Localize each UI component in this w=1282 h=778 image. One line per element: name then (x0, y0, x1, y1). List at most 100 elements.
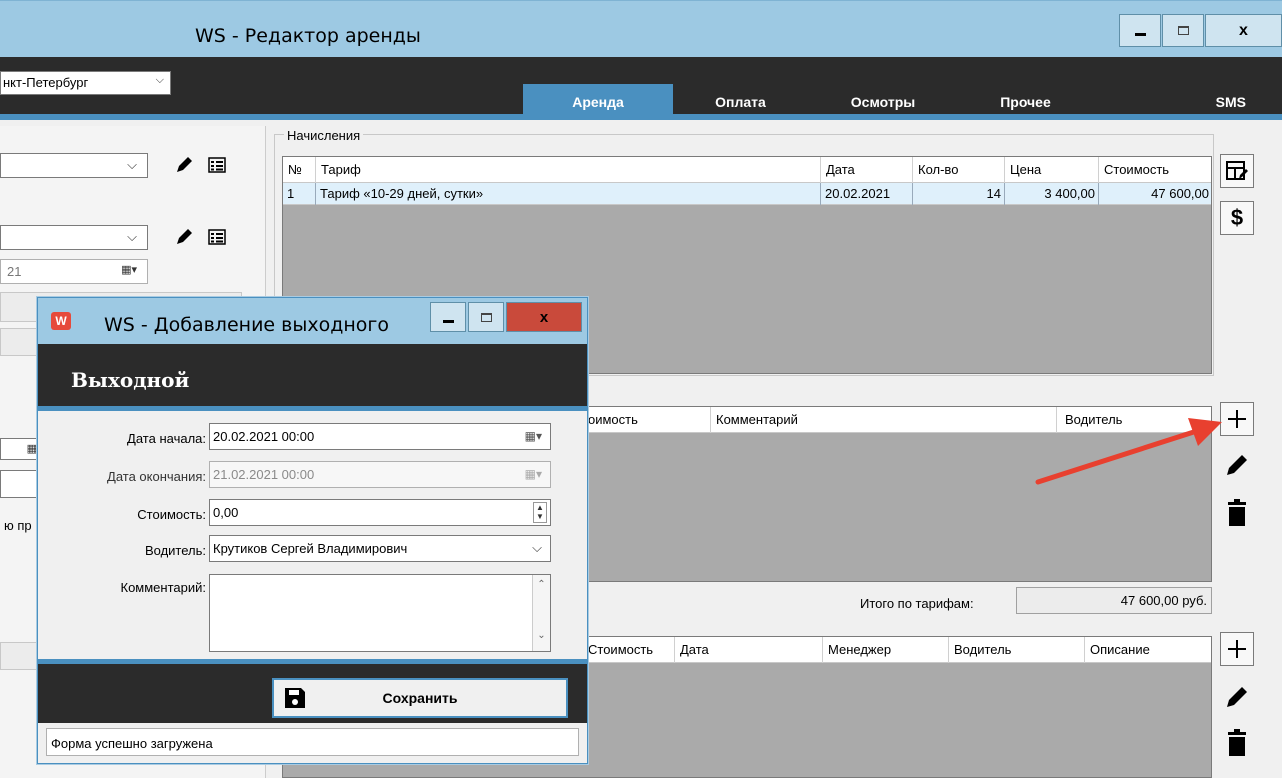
status-bar: Форма успешно загружена (46, 728, 579, 756)
left-combo-1[interactable]: ⌵ (0, 153, 148, 178)
tab-osmotry[interactable]: Осмотры (808, 84, 958, 120)
left-combo-2[interactable]: ⌵ (0, 225, 148, 250)
edit-extra-button[interactable] (1220, 680, 1254, 714)
floppy-disk-icon (285, 688, 305, 708)
pencil-icon (1227, 687, 1247, 707)
tab-oplata[interactable]: Оплата (673, 84, 808, 120)
app-logo-icon: W (51, 312, 71, 330)
left-gray-block-3 (0, 642, 40, 670)
minimize-button[interactable] (1119, 14, 1161, 47)
totals-value: 47 600,00 руб. (1016, 587, 1212, 614)
list-icon[interactable] (205, 225, 229, 249)
edit-icon[interactable] (172, 225, 196, 249)
comment-label: Комментарий: (120, 580, 207, 595)
dialog-close-button[interactable]: x (506, 302, 582, 332)
column-header[interactable]: Дата (675, 637, 823, 663)
plus-icon (1228, 640, 1246, 658)
dollar-button[interactable]: $ (1220, 201, 1254, 235)
red-arrow-annotation (1035, 418, 1222, 485)
close-button[interactable]: x (1205, 14, 1282, 47)
calendar-icon: ▦▾ (121, 264, 137, 276)
add-extra-button[interactable] (1220, 632, 1254, 666)
minimize-icon (1134, 33, 1146, 36)
cost-stepper[interactable]: 0,00 ▲ ▼ (209, 499, 551, 526)
tab-sms[interactable]: SMS (1093, 84, 1282, 120)
main-window-titlebar[interactable]: WS - Редактор аренды x (0, 0, 1282, 57)
totals-label: Итого по тарифам: (860, 596, 974, 611)
delete-extra-button[interactable] (1220, 726, 1254, 760)
city-select-value: нкт-Петербург (3, 75, 89, 90)
driver-select[interactable]: Крутиков Сергей Владимирович ⌵ (209, 535, 551, 562)
close-icon: x (539, 308, 549, 326)
cost-label: Стоимость: (137, 507, 206, 522)
table-edit-button[interactable] (1220, 154, 1254, 188)
dialog-footer: Сохранить (38, 659, 587, 723)
column-header[interactable]: Кол-во (913, 157, 1005, 183)
column-header[interactable]: Тариф (316, 157, 821, 183)
column-header[interactable]: № (283, 157, 316, 183)
cell-cost: 47 600,00 (1099, 183, 1211, 205)
chevron-down-icon: ⌵ (532, 540, 542, 555)
dollar-icon: $ (1230, 205, 1244, 230)
close-icon: x (1239, 21, 1248, 39)
main-window-title: WS - Редактор аренды (195, 25, 421, 47)
end-date-field[interactable]: 21.02.2021 00:00 ▦▾ (209, 461, 551, 488)
cell-qty: 14 (913, 183, 1005, 205)
column-header[interactable]: Комментарий (711, 407, 1057, 433)
column-header[interactable]: Стоимость (1099, 157, 1211, 183)
column-header[interactable]: Менеджер (823, 637, 949, 663)
chevron-down-icon: ⌵ (127, 229, 137, 244)
column-header[interactable]: Водитель (949, 637, 1085, 663)
dialog-heading: Выходной (71, 368, 190, 392)
comment-scrollbar[interactable]: ⌃ ⌄ (532, 575, 550, 651)
city-select[interactable]: нкт-Петербург ⌵ (0, 71, 171, 95)
dialog-minimize-button[interactable] (430, 302, 466, 332)
cell-num: 1 (283, 183, 316, 205)
main-header: нкт-Петербург ⌵ Аренда Оплата Осмотры Пр… (0, 57, 1282, 120)
list-icon[interactable] (205, 153, 229, 177)
edit-icon[interactable] (172, 153, 196, 177)
maximize-button[interactable] (1162, 14, 1204, 47)
left-date-field-2[interactable]: ▦ (0, 438, 40, 460)
tab-prochee[interactable]: Прочее (958, 84, 1093, 120)
trash-icon (1228, 499, 1246, 526)
left-gray-block-2 (0, 328, 40, 356)
end-date-label: Дата окончания: (107, 469, 206, 484)
start-date-field[interactable]: 20.02.2021 00:00 ▦▾ (209, 423, 551, 450)
left-text-fragment: ю пр (4, 518, 32, 533)
column-header[interactable]: оимость (583, 407, 711, 433)
scroll-down-icon[interactable]: ⌄ (533, 630, 550, 641)
dialog-title: WS - Добавление выходного (104, 314, 389, 336)
cell-tariff: Тариф «10-29 дней, сутки» (316, 183, 821, 205)
column-header[interactable]: Цена (1005, 157, 1099, 183)
spinner-arrows-icon[interactable]: ▲ ▼ (533, 502, 547, 523)
chevron-down-icon: ⌵ (155, 74, 164, 86)
cell-price: 3 400,00 (1005, 183, 1099, 205)
save-button[interactable]: Сохранить (272, 678, 568, 718)
left-field-3[interactable] (0, 470, 40, 498)
charges-legend: Начисления (284, 128, 364, 143)
tab-arenda[interactable]: Аренда (523, 84, 673, 120)
maximize-icon (1177, 26, 1189, 35)
dialog-titlebar[interactable]: W WS - Добавление выходного x (38, 298, 587, 344)
trash-icon (1228, 729, 1246, 756)
calendar-dropdown-icon: ▦▾ (524, 467, 542, 481)
comment-textarea[interactable]: ⌃ ⌄ (209, 574, 551, 652)
column-header[interactable]: Стоимость (583, 637, 675, 663)
calendar-dropdown-icon[interactable]: ▦▾ (525, 429, 542, 443)
scroll-up-icon[interactable]: ⌃ (533, 579, 550, 590)
driver-label: Водитель: (144, 543, 206, 558)
column-header[interactable]: Описание (1085, 637, 1211, 663)
dialog-header: Выходной (38, 344, 587, 411)
left-date-field[interactable]: 21 ▦▾ (0, 259, 148, 284)
delete-button[interactable] (1220, 496, 1254, 530)
minimize-icon (442, 319, 454, 323)
maximize-icon (480, 312, 492, 322)
start-date-label: Дата начала: (127, 431, 206, 446)
dialog-maximize-button[interactable] (468, 302, 504, 332)
column-header[interactable]: Дата (821, 157, 913, 183)
table-row[interactable]: 1 Тариф «10-29 дней, сутки» 20.02.2021 1… (283, 183, 1211, 205)
charges-grid-header: № Тариф Дата Кол-во Цена Стоимость (283, 157, 1211, 183)
calendar-icon: ▦ (26, 443, 37, 455)
chevron-down-icon: ⌵ (127, 157, 137, 172)
